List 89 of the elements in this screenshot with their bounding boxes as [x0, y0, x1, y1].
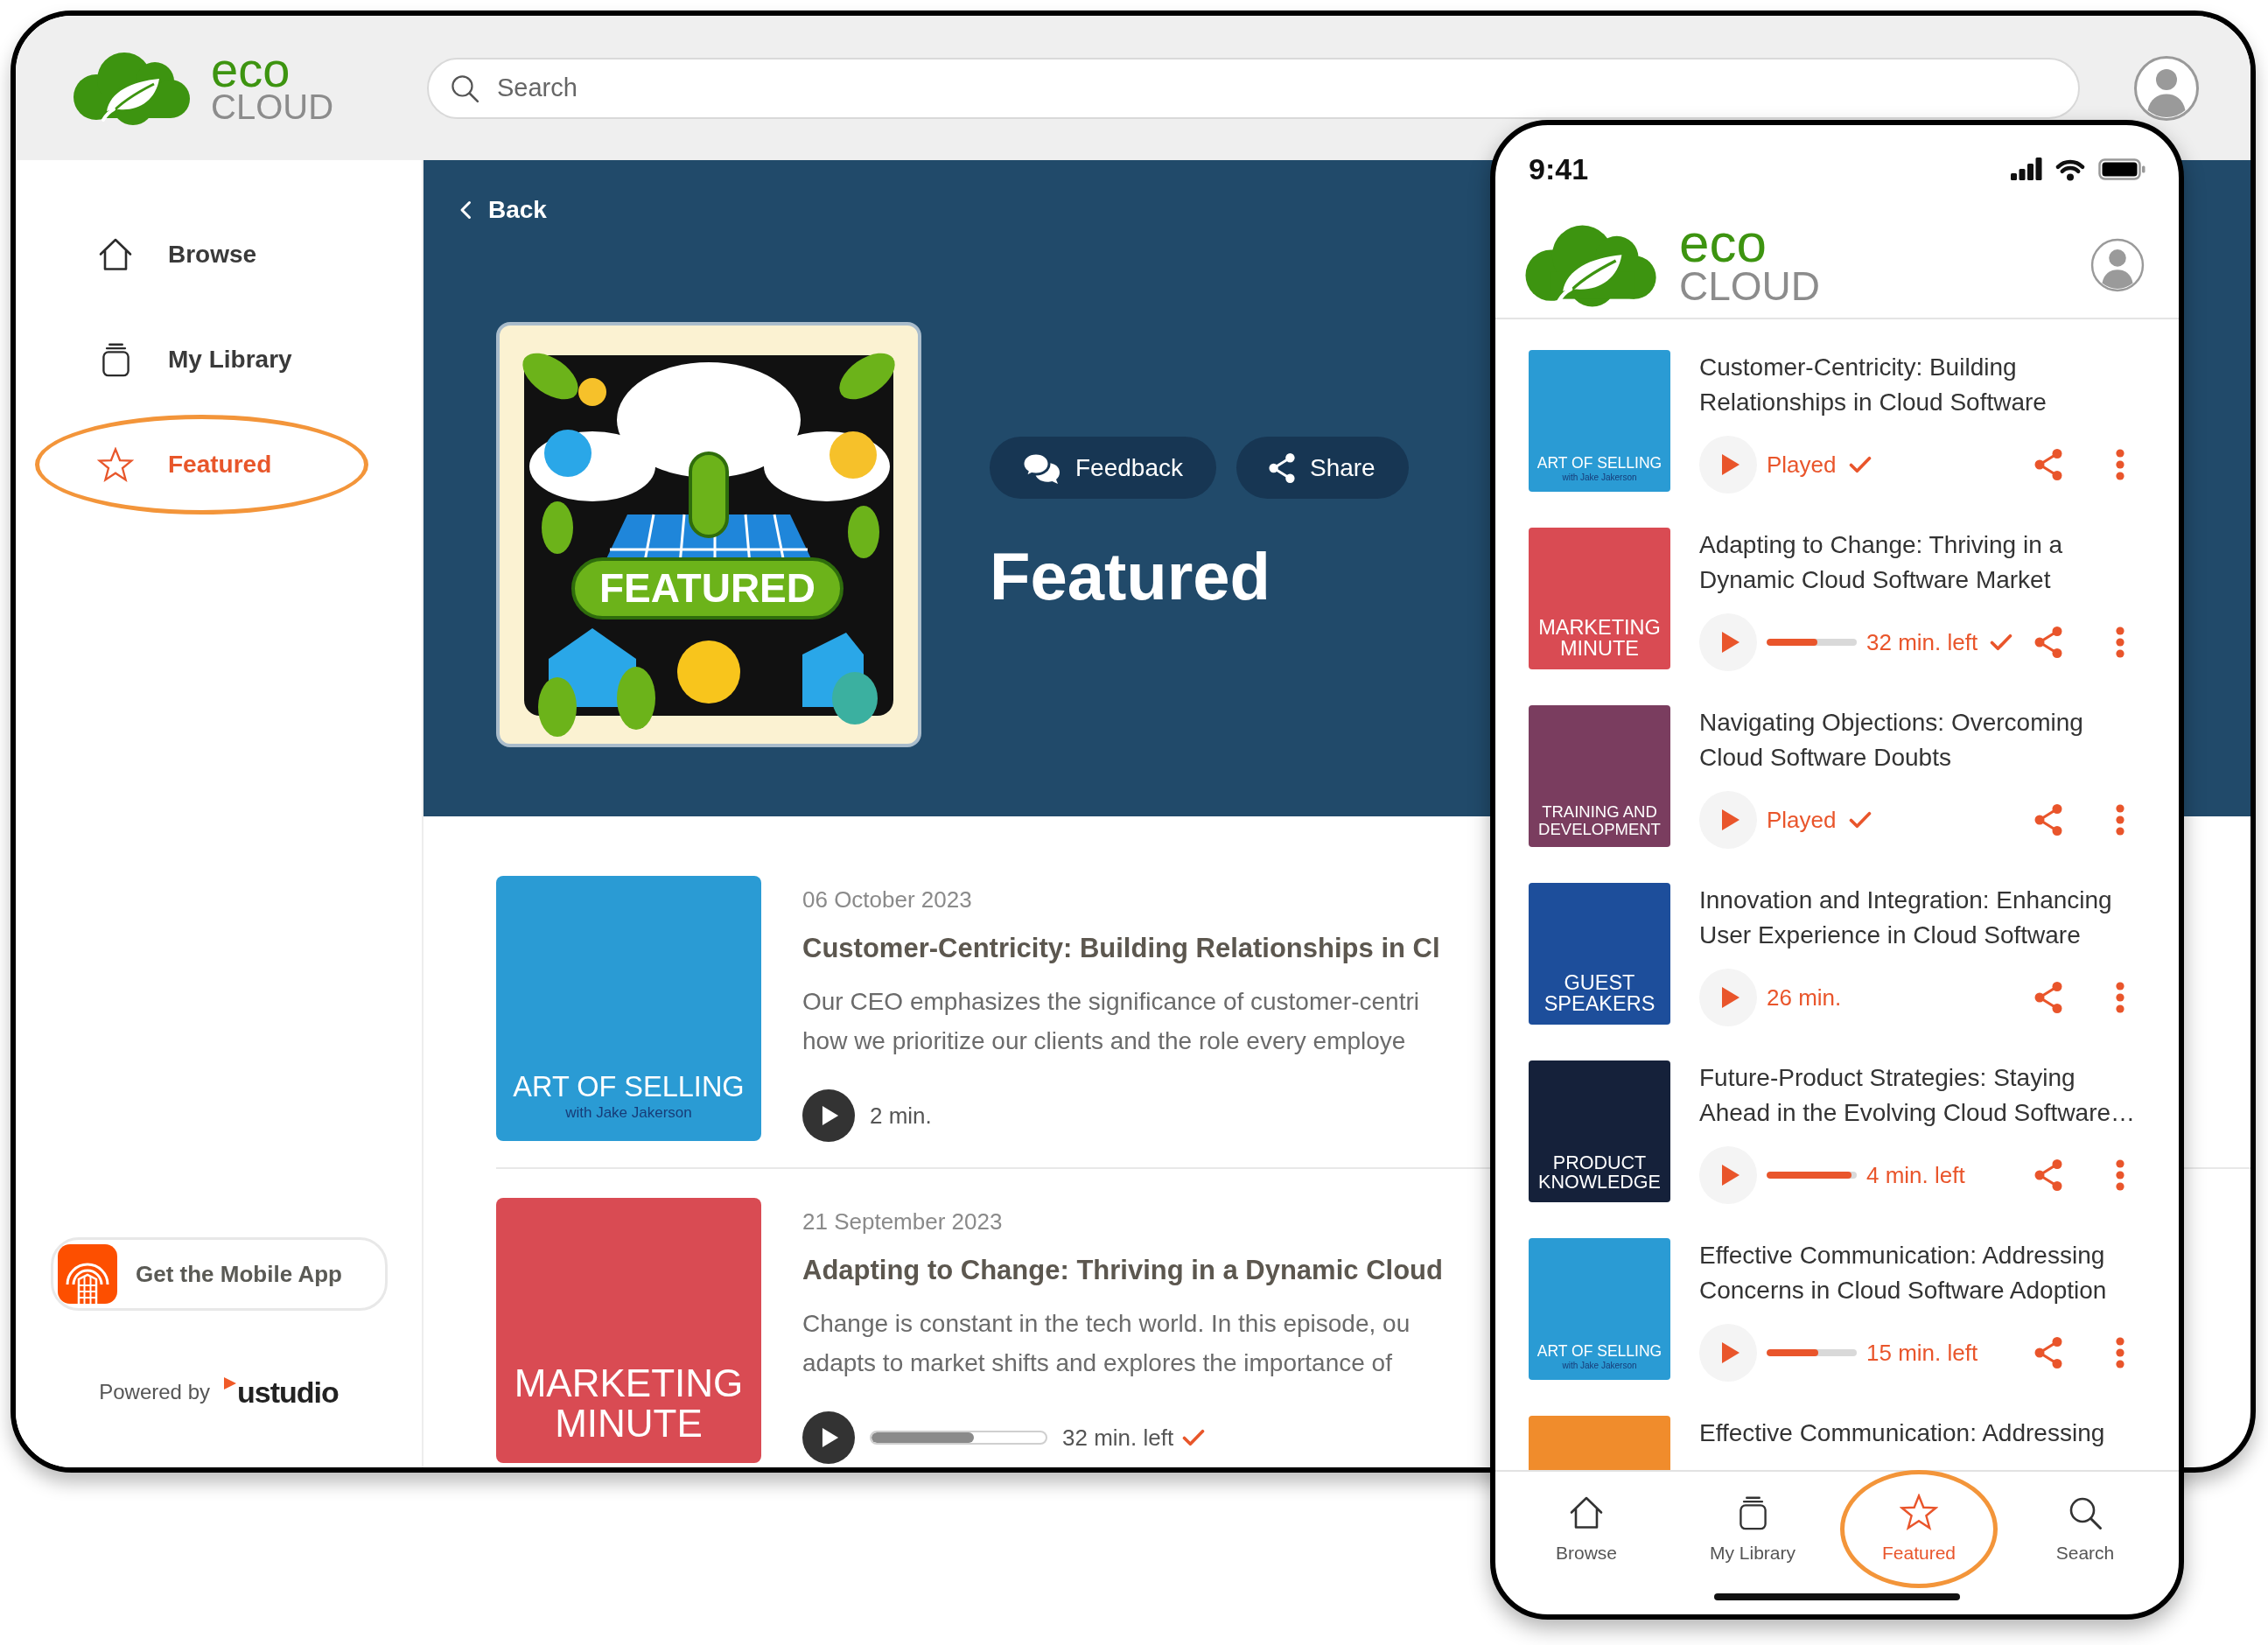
play-icon	[1720, 808, 1740, 831]
library-icon	[101, 342, 130, 377]
play-button[interactable]	[802, 1411, 855, 1464]
playback-status: Played	[1767, 805, 1837, 835]
home-icon	[98, 237, 133, 272]
episode-date: 21 September 2023	[802, 1208, 1003, 1236]
episode-title: Effective Communication: Addressing Concerns in Cloud Software Adoption	[1699, 1241, 2107, 1306]
share-icon[interactable]	[2034, 626, 2063, 659]
share-icon	[1267, 452, 1296, 484]
episode-title: Effective Communication: Addressing	[1699, 1418, 2105, 1448]
user-avatar-icon[interactable]	[2133, 54, 2200, 122]
star-icon	[97, 447, 134, 482]
playback-status: 15 min. left	[1866, 1338, 1978, 1368]
get-app-button[interactable]: Get the Mobile App	[51, 1237, 388, 1311]
play-icon	[1720, 631, 1740, 654]
cover-subtitle: with Jake Jakerson	[1562, 1361, 1637, 1370]
brand-wordmark: ustudio	[237, 1375, 339, 1410]
episode-title: Adapting to Change: Thriving in a Dynamic Cloud Software Market	[1699, 530, 2063, 595]
tab-bar-item[interactable]: Browse	[1556, 1492, 1617, 1564]
cover-subtitle: with Jake Jakerson	[565, 1105, 692, 1122]
user-avatar-icon[interactable]	[2090, 238, 2145, 292]
share-icon[interactable]	[2034, 448, 2063, 481]
cover-title: PRODUCT KNOWLEDGE	[1538, 1152, 1661, 1193]
app-icon	[58, 1244, 117, 1304]
playback-status: 32 min. left	[1866, 627, 1978, 657]
episode-duration: 32 min. left	[1062, 1423, 1174, 1452]
episode-date: 06 October 2023	[802, 886, 972, 914]
play-icon	[1720, 453, 1740, 476]
logo-triangle-icon	[224, 1377, 236, 1390]
cover-title: TRAINING AND DEVELOPMENT	[1538, 803, 1661, 837]
cover-title: ART OF SELLING	[513, 1072, 745, 1102]
episode-description: Our CEO emphasizes the significance of customer-centri how we prioritize our clients and the role every employe	[802, 987, 1419, 1056]
episode-title: Navigating Objections: Overcoming Cloud Software Doubts	[1699, 708, 2083, 773]
more-options-icon[interactable]	[2116, 982, 2124, 1013]
play-button[interactable]	[802, 1089, 855, 1142]
cover-title: MARKETING MINUTE	[1538, 616, 1661, 660]
sidebar-nav-link[interactable]: Featured	[98, 446, 272, 483]
share-icon[interactable]	[2034, 1336, 2063, 1369]
tab-bar-item[interactable]: Search	[2055, 1492, 2115, 1564]
cover-subtitle: with Jake Jakerson	[1562, 472, 1637, 482]
page-title: Featured	[990, 540, 1271, 613]
status-time: 9:41	[1529, 150, 1589, 187]
play-icon	[1720, 1164, 1740, 1186]
more-options-icon[interactable]	[2116, 449, 2124, 480]
logo-wordmark: eco CLOUD	[211, 51, 334, 125]
star-icon	[1900, 1494, 1938, 1530]
play-icon	[822, 1105, 839, 1126]
episode-title: Future-Product Strategies: Staying Ahead in the Evolving Cloud Software…	[1699, 1063, 2136, 1128]
sidebar-nav-link[interactable]: Browse	[98, 236, 257, 273]
share-icon[interactable]	[2034, 1158, 2063, 1192]
share-icon[interactable]	[2034, 981, 2063, 1014]
tab-bar-item[interactable]: My Library	[1710, 1492, 1796, 1564]
cover-title: MARKETING MINUTE	[514, 1362, 744, 1444]
playback-status: Played	[1767, 450, 1837, 480]
share-icon[interactable]	[2034, 803, 2063, 836]
search-icon	[450, 73, 480, 103]
episode-title: Innovation and Integration: Enhancing User Experience in Cloud Software	[1699, 886, 2112, 950]
more-options-icon[interactable]	[2116, 626, 2124, 658]
home-icon	[1569, 1495, 1604, 1530]
more-options-icon[interactable]	[2116, 1159, 2124, 1191]
back-link[interactable]: Back	[459, 195, 547, 225]
play-icon	[822, 1427, 839, 1448]
playback-status: 26 min.	[1767, 983, 1842, 1012]
episode-title: Customer-Centricity: Building Relationships in Cl	[802, 932, 1440, 965]
more-options-icon[interactable]	[2116, 804, 2124, 836]
feedback-button[interactable]: Feedback	[990, 437, 1216, 499]
search-field[interactable]: Search	[427, 57, 2080, 119]
episode-description: Change is constant in the tech world. In this episode, ou adapts to market shifts and explores the importance of	[802, 1309, 1410, 1378]
play-icon	[1720, 986, 1740, 1009]
sidebar-nav-link[interactable]: My Library	[98, 341, 292, 378]
powered-by-text: Powered by	[99, 1379, 210, 1405]
episode-duration: 2 min.	[870, 1101, 932, 1130]
episode-title: Adapting to Change: Thriving in a Dynamic Cloud	[802, 1254, 1443, 1287]
play-icon	[1720, 1341, 1740, 1364]
share-button[interactable]: Share	[1236, 437, 1409, 499]
battery-icon	[2098, 158, 2146, 180]
signal-icon	[2011, 158, 2042, 180]
chevron-left-icon	[459, 200, 472, 220]
episode-title: Customer-Centricity: Building Relationships in Cloud Software	[1699, 353, 2047, 417]
artwork-ribbon: FEATURED	[571, 557, 844, 620]
search-icon	[2068, 1495, 2103, 1530]
more-options-icon[interactable]	[2116, 1337, 2124, 1368]
cover-title: ART OF SELLING	[1536, 1342, 1662, 1359]
playback-status: 4 min. left	[1866, 1160, 1965, 1190]
library-icon	[1738, 1495, 1768, 1530]
tab-bar-item[interactable]: Featured	[1881, 1492, 1956, 1564]
cover-title: GUEST SPEAKERS	[1544, 971, 1656, 1015]
cover-title: ART OF SELLING	[1536, 454, 1662, 471]
logo-wordmark: eco CLOUD	[1679, 222, 1821, 308]
